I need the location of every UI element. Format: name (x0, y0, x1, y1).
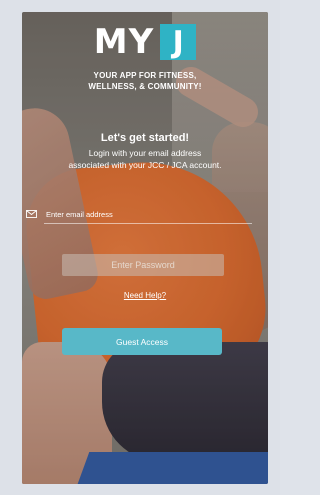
screenshot-frame: MY J YOUR APP FOR FITNESS, WELLNESS, & C… (0, 0, 280, 495)
welcome-heading: Let's get started! (100, 132, 190, 144)
password-field[interactable] (62, 254, 224, 276)
guest-access-button[interactable]: Guest Access (62, 328, 222, 355)
logo-word: MY (93, 22, 155, 62)
instructions-line-2: associated with your JCC / JCA account. (68, 160, 222, 170)
app-logo: MY J (22, 24, 268, 60)
app-tagline: YOUR APP FOR FITNESS, WELLNESS, & COMMUN… (22, 70, 268, 92)
app-screen: MY J YOUR APP FOR FITNESS, WELLNESS, & C… (22, 12, 268, 484)
logo-letter-badge: J (160, 24, 197, 60)
email-field-row (26, 206, 262, 222)
login-instructions: Login with your email address associated… (22, 147, 268, 171)
email-field[interactable] (46, 209, 262, 219)
tagline-line-2: WELLNESS, & COMMUNITY! (88, 82, 202, 91)
email-field-underline (44, 223, 252, 224)
mail-icon (26, 210, 37, 218)
instructions-line-1: Login with your email address (88, 148, 202, 158)
login-content: MY J YOUR APP FOR FITNESS, WELLNESS, & C… (22, 12, 268, 484)
need-help-link[interactable]: Need Help? (22, 291, 268, 300)
tagline-line-1: YOUR APP FOR FITNESS, (93, 71, 197, 80)
